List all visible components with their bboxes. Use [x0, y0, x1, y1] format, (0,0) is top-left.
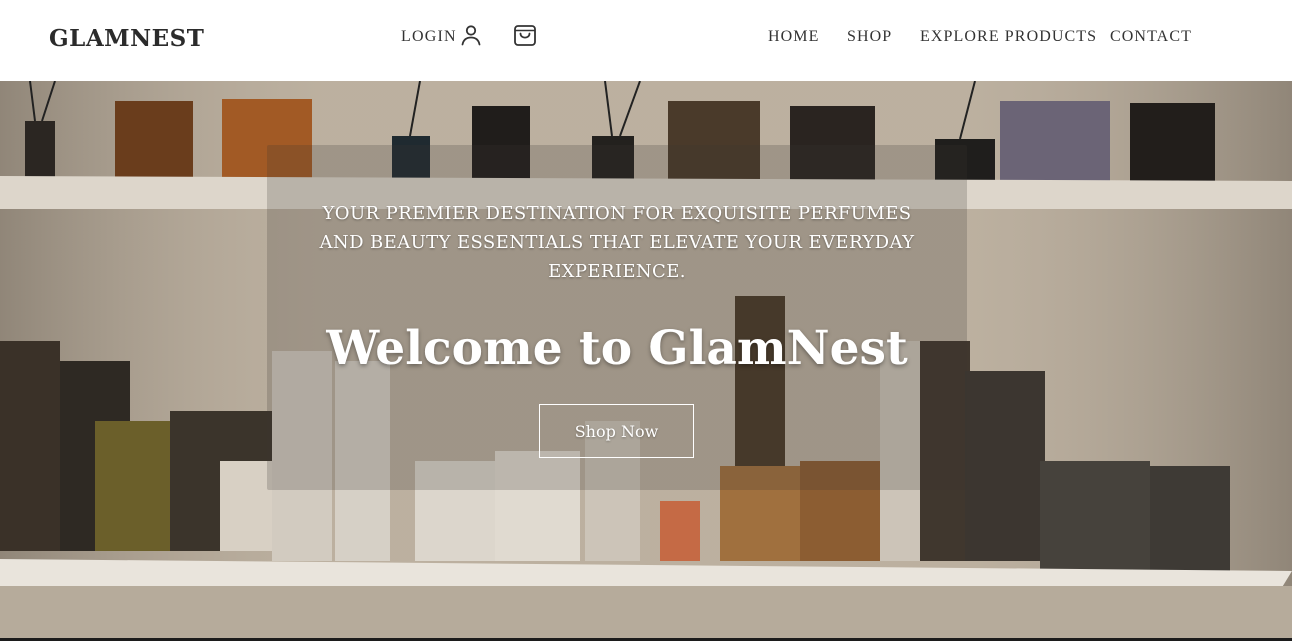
nav-explore-products[interactable]: EXPLORE PRODUCTS: [920, 28, 1097, 46]
nav-home[interactable]: HOME: [768, 28, 820, 46]
hero-section: YOUR PREMIER DESTINATION FOR EXQUISITE P…: [0, 81, 1292, 641]
main-nav: HOME SHOP EXPLORE PRODUCTS CONTACT: [0, 28, 1292, 48]
hero-tagline: YOUR PREMIER DESTINATION FOR EXQUISITE P…: [319, 203, 915, 282]
hero-title: Welcome to GlamNest: [326, 321, 908, 376]
site-header: GLAMNEST LOGIN HOME SHOP EXPLORE PRODUCT…: [0, 0, 1292, 81]
nav-shop[interactable]: SHOP: [847, 28, 892, 46]
shop-now-button[interactable]: Shop Now: [539, 404, 694, 458]
nav-contact[interactable]: CONTACT: [1110, 28, 1192, 46]
